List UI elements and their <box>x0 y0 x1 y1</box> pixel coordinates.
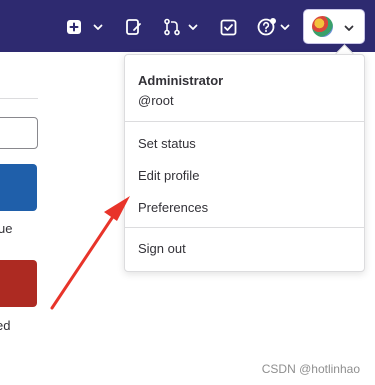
chevron-down-icon <box>188 24 198 30</box>
issues-button[interactable] <box>125 14 143 40</box>
menu-divider <box>125 227 364 228</box>
menu-divider <box>125 121 364 122</box>
user-dropdown-menu: Administrator @root Set status Edit prof… <box>124 54 365 272</box>
create-new-button[interactable] <box>66 14 104 40</box>
chevron-down-icon <box>93 24 103 30</box>
watermark: CSDN @hotlinhao <box>261 362 360 376</box>
blue-tile[interactable] <box>0 164 37 211</box>
user-display-name: Administrator <box>138 73 224 88</box>
merge-request-icon <box>164 18 180 36</box>
plus-square-icon <box>67 20 81 34</box>
tile-label: ue <box>0 221 13 236</box>
user-avatar-menu-button[interactable] <box>304 10 364 43</box>
menu-item-preferences[interactable]: Preferences <box>138 200 208 215</box>
chevron-down-icon <box>344 25 354 31</box>
menu-item-set-status[interactable]: Set status <box>138 136 196 151</box>
red-tile[interactable] <box>0 260 37 307</box>
help-question-icon <box>257 18 276 36</box>
todos-button[interactable] <box>220 14 237 40</box>
help-button[interactable] <box>257 14 291 40</box>
issues-icon <box>126 19 141 35</box>
merge-requests-button[interactable] <box>163 14 199 40</box>
user-username: @root <box>138 93 174 108</box>
menu-item-sign-out[interactable]: Sign out <box>138 241 186 256</box>
tile-label: ed <box>0 318 11 333</box>
menu-item-edit-profile[interactable]: Edit profile <box>138 168 199 183</box>
avatar <box>312 16 333 37</box>
todo-check-icon <box>220 19 237 35</box>
content-divider <box>0 98 38 99</box>
top-navbar <box>0 0 375 52</box>
chevron-down-icon <box>280 24 290 30</box>
search-input[interactable] <box>0 117 38 149</box>
